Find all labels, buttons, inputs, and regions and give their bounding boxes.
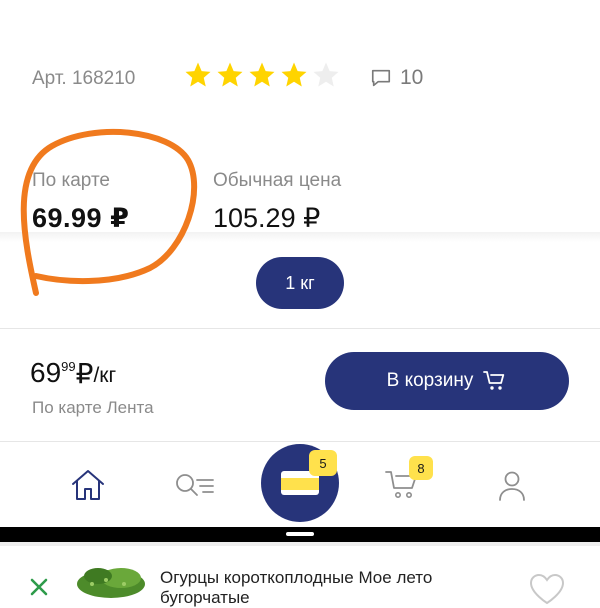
comment-count: 10 [400,66,424,89]
unit-option-button[interactable]: 1 кг [256,257,344,309]
article-number: Арт. 168210 [32,68,136,89]
unit-price-main: 69 [30,357,62,388]
cart-icon [483,371,505,390]
unit-price-unit: /кг [93,364,117,387]
gesture-handle[interactable] [286,532,314,536]
comment-icon [371,69,391,87]
cart-badge: 8 [409,456,433,480]
star-filled-icon [185,62,211,87]
favorite-heart-icon[interactable] [528,572,566,606]
star-filled-icon [281,62,307,87]
card-badge: 5 [309,450,337,476]
search-catalog-icon[interactable] [174,472,216,500]
card-price-label: По карте [32,170,111,191]
star-filled-icon [217,62,243,87]
regular-price: 105.29 ₽ [213,203,321,233]
product-thumbnail [77,568,145,598]
card-price: 69.99 ₽ [32,203,130,233]
section-shadow [0,232,600,242]
unit-price-caption: По карте Лента [32,398,154,417]
product-title[interactable]: Огурцы короткоплодные Мое лето бугорчаты… [160,568,490,608]
rating-stars[interactable] [183,60,341,90]
regular-price-label: Обычная цена [213,170,342,191]
divider [0,328,600,329]
product-title-line: бугорчатые [160,588,250,607]
profile-icon[interactable] [498,470,526,502]
add-to-cart-label: В корзину [386,370,474,391]
home-icon[interactable] [70,468,106,502]
add-to-cart-button[interactable]: В корзину [325,352,569,410]
divider [0,441,600,442]
star-filled-icon [249,62,275,87]
product-title-line: Огурцы короткоплодные Мое лето [160,568,433,587]
comments-link[interactable]: 10 [370,66,423,90]
unit-price-cents: 99 [61,359,76,374]
star-empty-icon [313,62,339,87]
unit-price-currency: ₽ [75,358,94,389]
close-icon[interactable] [28,576,50,598]
unit-price: 69 99 ₽ /кг [30,357,116,390]
divider [0,542,600,546]
